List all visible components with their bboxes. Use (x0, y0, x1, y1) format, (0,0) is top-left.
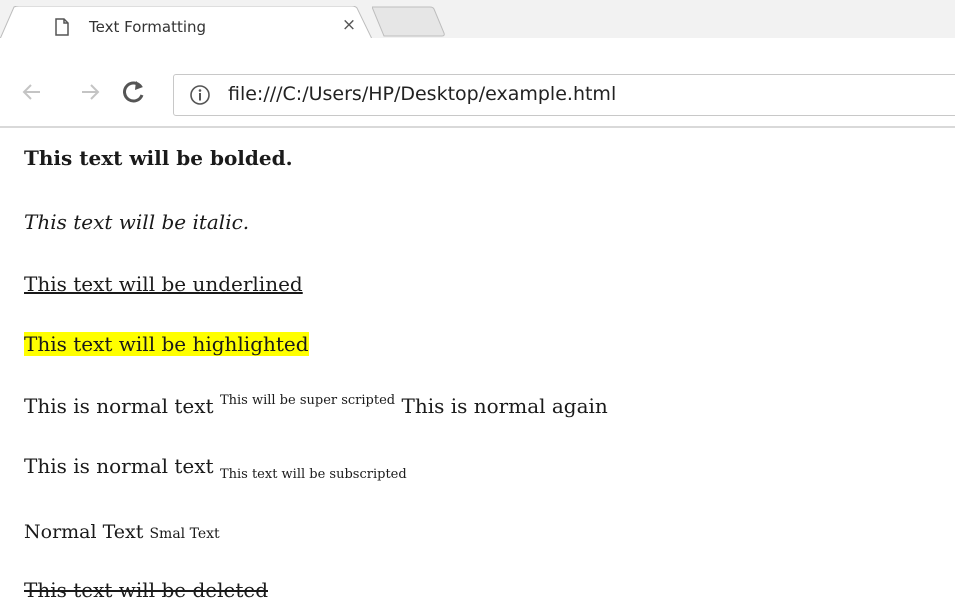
subscript-text: This text will be subscripted (219, 467, 407, 482)
superscript-line: This is normal text This will be super s… (24, 394, 608, 418)
browser-toolbar: file:///C:/Users/HP/Desktop/example.html (0, 38, 955, 128)
superscript-text: This will be super scripted (219, 393, 396, 408)
address-bar[interactable]: file:///C:/Users/HP/Desktop/example.html (173, 74, 955, 116)
normal-text: Normal Text (24, 521, 144, 543)
normal-text: This is normal text (24, 454, 214, 478)
back-arrow-icon[interactable] (20, 80, 44, 104)
normal-again-text: This is normal again (401, 394, 608, 418)
reload-icon[interactable] (120, 78, 148, 106)
deleted-text: This text will be deleted (24, 578, 268, 602)
small-text: Smal Text (149, 526, 220, 542)
document-icon (55, 18, 69, 36)
bold-text: This text will be bolded. (24, 146, 293, 170)
forward-arrow-icon[interactable] (78, 80, 102, 104)
url-text[interactable]: file:///C:/Users/HP/Desktop/example.html (228, 83, 616, 105)
tab-strip: Text Formatting × (0, 0, 955, 39)
tab-title: Text Formatting (89, 18, 207, 36)
tab-text-formatting[interactable]: Text Formatting × (0, 6, 372, 39)
subscript-line: This is normal text This text will be su… (24, 454, 407, 481)
new-tab-button[interactable] (372, 6, 466, 37)
underlined-text: This text will be underlined (24, 272, 303, 296)
highlighted-text: This text will be highlighted (24, 332, 309, 356)
close-icon[interactable]: × (340, 15, 358, 35)
info-icon[interactable] (189, 84, 211, 106)
highlighted-line: This text will be highlighted (24, 332, 309, 356)
italic-text: This text will be italic. (24, 210, 250, 234)
small-line: Normal Text Smal Text (24, 520, 220, 546)
normal-text: This is normal text (24, 394, 214, 418)
